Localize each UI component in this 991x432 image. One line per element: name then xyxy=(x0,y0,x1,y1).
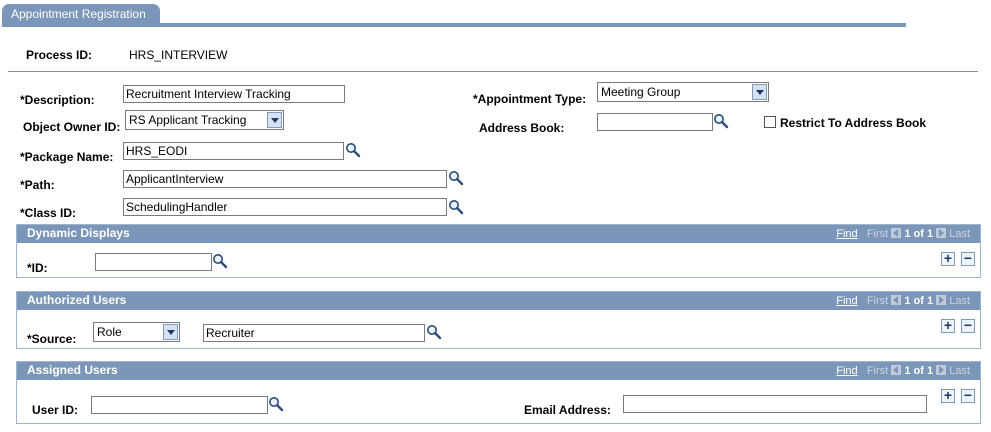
plus-icon[interactable]: + xyxy=(941,251,955,266)
user-id-field[interactable] xyxy=(91,396,268,414)
minus-icon[interactable]: − xyxy=(961,388,975,403)
row-nav: Find First 1 of 1 Last xyxy=(836,364,970,378)
authorized-users-title: Authorized Users xyxy=(27,293,127,307)
chevron-down-icon[interactable] xyxy=(752,84,767,100)
tab-underline xyxy=(2,23,906,27)
source-select[interactable]: Role xyxy=(93,322,180,342)
first-link: First xyxy=(866,365,889,377)
assigned-users-header: Assigned Users Find First 1 of 1 Last xyxy=(17,362,980,380)
email-field[interactable] xyxy=(623,395,927,413)
appointment-type-select[interactable]: Meeting Group xyxy=(597,82,769,102)
find-link[interactable]: Find xyxy=(836,228,857,240)
page-tab[interactable]: Appointment Registration xyxy=(2,4,160,24)
object-owner-label: Object Owner ID: xyxy=(23,120,121,134)
row-nav: Find First 1 of 1 Last xyxy=(836,227,970,241)
address-book-label: Address Book: xyxy=(479,121,565,135)
address-book-field[interactable] xyxy=(597,113,713,131)
row-nav: Find First 1 of 1 Last xyxy=(836,294,970,308)
magnifier-icon[interactable] xyxy=(426,324,442,340)
divider xyxy=(8,71,978,72)
dynamic-displays-header: Dynamic Displays Find First 1 of 1 Last xyxy=(17,225,980,243)
source-label: *Source: xyxy=(27,332,77,346)
restrict-label: Restrict To Address Book xyxy=(780,116,927,130)
minus-icon[interactable]: − xyxy=(961,251,975,266)
prev-icon xyxy=(891,365,902,375)
description-label: *Description: xyxy=(20,93,95,107)
user-id-label: User ID: xyxy=(32,403,79,417)
restrict-checkbox[interactable] xyxy=(764,116,776,128)
magnifier-icon[interactable] xyxy=(448,199,464,215)
description-field[interactable]: Recruitment Interview Tracking xyxy=(123,85,345,103)
object-owner-value: RS Applicant Tracking xyxy=(129,113,247,127)
page-indicator: 1 of 1 xyxy=(904,365,934,377)
id-field[interactable] xyxy=(95,253,212,271)
page-indicator: 1 of 1 xyxy=(904,228,934,240)
next-icon xyxy=(936,365,947,375)
chevron-down-icon[interactable] xyxy=(163,324,178,340)
prev-icon xyxy=(891,228,902,238)
find-link[interactable]: Find xyxy=(836,365,857,377)
class-id-field[interactable]: SchedulingHandler xyxy=(123,198,447,216)
appointment-type-label: *Appointment Type: xyxy=(473,92,587,106)
magnifier-icon[interactable] xyxy=(448,170,464,186)
dynamic-displays-section: Dynamic Displays Find First 1 of 1 Last … xyxy=(16,224,981,278)
source-value: Role xyxy=(97,325,122,339)
id-label: *ID: xyxy=(27,261,48,275)
process-id-value: HRS_INTERVIEW xyxy=(129,48,228,62)
object-owner-select[interactable]: RS Applicant Tracking xyxy=(125,110,284,130)
path-label: *Path: xyxy=(20,178,55,192)
assigned-users-section: Assigned Users Find First 1 of 1 Last Us… xyxy=(16,361,981,424)
first-link: First xyxy=(866,228,889,240)
plus-icon[interactable]: + xyxy=(941,318,955,333)
class-id-label: *Class ID: xyxy=(20,206,77,220)
last-link: Last xyxy=(949,295,970,307)
find-link[interactable]: Find xyxy=(836,295,857,307)
appointment-type-value: Meeting Group xyxy=(601,85,681,99)
dynamic-displays-title: Dynamic Displays xyxy=(27,226,130,240)
minus-icon[interactable]: − xyxy=(961,318,975,333)
magnifier-icon[interactable] xyxy=(345,142,361,158)
next-icon xyxy=(936,228,947,238)
page-indicator: 1 of 1 xyxy=(904,295,934,307)
first-link: First xyxy=(866,295,889,307)
prev-icon xyxy=(891,295,902,305)
plus-icon[interactable]: + xyxy=(941,388,955,403)
authorized-users-section: Authorized Users Find First 1 of 1 Last … xyxy=(16,291,981,349)
last-link: Last xyxy=(949,365,970,377)
source-value-field[interactable]: Recruiter xyxy=(203,324,425,342)
email-label: Email Address: xyxy=(524,403,611,417)
path-field[interactable]: ApplicantInterview xyxy=(123,170,447,188)
magnifier-icon[interactable] xyxy=(212,253,228,269)
magnifier-icon[interactable] xyxy=(268,396,284,412)
magnifier-icon[interactable] xyxy=(713,113,729,129)
package-name-label: *Package Name: xyxy=(20,150,114,164)
next-icon xyxy=(936,295,947,305)
process-id-label: Process ID: xyxy=(26,48,93,62)
last-link: Last xyxy=(949,228,970,240)
authorized-users-header: Authorized Users Find First 1 of 1 Last xyxy=(17,292,980,310)
assigned-users-title: Assigned Users xyxy=(27,363,118,377)
package-name-field[interactable]: HRS_EODI xyxy=(123,142,344,160)
chevron-down-icon[interactable] xyxy=(267,112,282,128)
